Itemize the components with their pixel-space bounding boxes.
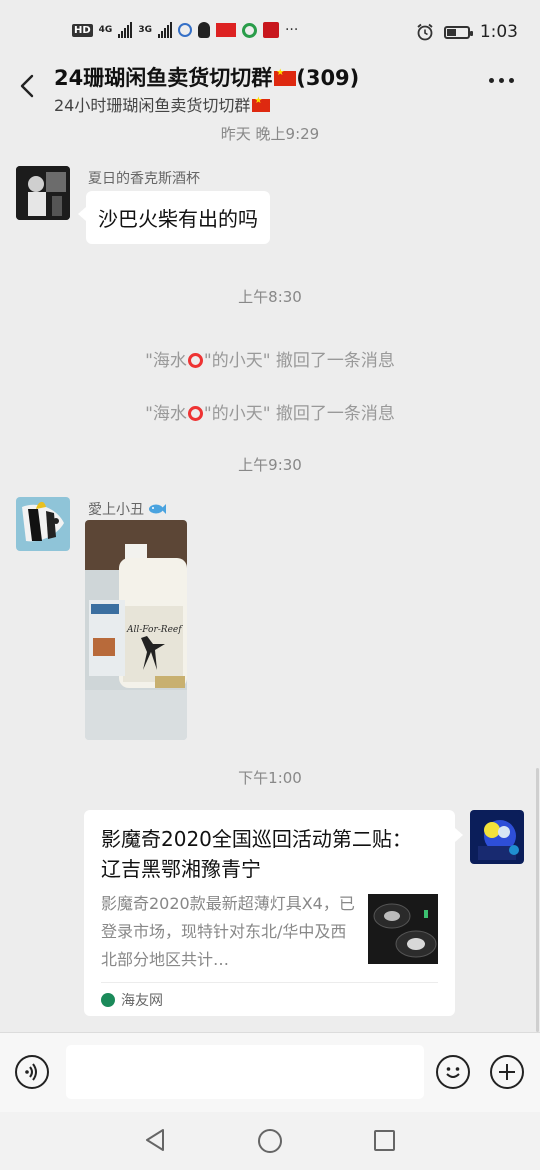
app-notification-icon — [215, 23, 236, 37]
china-flag-icon — [274, 68, 297, 86]
network-3g-label: 3G — [138, 25, 152, 35]
nav-back-button[interactable] — [144, 1128, 166, 1152]
sender-name-text: 愛上小丑 — [88, 502, 144, 518]
alarm-icon — [417, 23, 433, 41]
recall-text-suffix: "的小天" 撤回了一条消息 — [203, 351, 395, 371]
hd-badge: HD — [72, 23, 93, 37]
signal-icon-2 — [157, 22, 172, 38]
system-nav-bar — [0, 1112, 540, 1170]
voice-input-button[interactable] — [15, 1055, 49, 1089]
recall-notice: "海水 "的小天" 撤回了一条消息 — [0, 399, 540, 424]
back-button[interactable] — [14, 72, 42, 100]
message-bubble[interactable]: 沙巴火柴有出的吗 — [78, 191, 270, 244]
source-app-icon — [101, 993, 115, 1007]
message-input[interactable] — [66, 1045, 424, 1099]
weibo-like-icon — [241, 22, 257, 38]
card-divider — [101, 982, 438, 983]
clock: 1:03 — [479, 22, 518, 42]
chat-title: 24珊瑚闲鱼卖货切切群 (309) — [54, 62, 359, 92]
sender-name: 愛上小丑 — [88, 499, 167, 519]
more-notifications-icon: ··· — [284, 22, 299, 38]
member-count: (309) — [296, 66, 360, 90]
link-share-card[interactable]: 影魔奇2020全国巡回活动第二贴： 辽吉黑鄂湘豫青宁 影魔奇2020款最新超薄灯… — [84, 810, 463, 1016]
more-functions-button[interactable] — [490, 1055, 524, 1089]
status-icons-right: 1:03 — [416, 22, 518, 42]
nav-recent-apps-button[interactable] — [374, 1130, 395, 1151]
red-circle-emoji-icon — [187, 406, 203, 421]
recall-notice: "海水 "的小天" 撤回了一条消息 — [0, 346, 540, 371]
sender-name: 夏日的香克斯酒杯 — [88, 171, 200, 187]
input-bar — [0, 1032, 540, 1113]
network-4g-label: 4G — [98, 25, 113, 35]
card-thumbnail — [368, 894, 438, 964]
chat-header: 24珊瑚闲鱼卖货切切群 (309) 24小时珊瑚闲鱼卖货切切群 — [0, 60, 540, 118]
card-source-name: 海友网 — [121, 993, 163, 1009]
emoji-button[interactable] — [436, 1055, 470, 1089]
avatar-self[interactable] — [470, 810, 524, 864]
signal-icon — [118, 22, 133, 38]
recall-text-prefix: "海水 — [145, 351, 187, 371]
time-separator: 昨天 晚上9:29 — [220, 125, 320, 143]
party-app-icon — [262, 22, 279, 38]
card-title: 影魔奇2020全国巡回活动第二贴： 辽吉黑鄂湘豫青宁 — [101, 827, 412, 881]
status-icons-left: HD 4G 3G ··· — [72, 22, 298, 38]
avatar[interactable] — [16, 166, 70, 220]
card-source: 海友网 — [101, 990, 163, 1010]
status-bar: HD 4G 3G ··· 1:03 — [0, 0, 540, 60]
group-name: 24珊瑚闲鱼卖货切切群 — [54, 66, 273, 90]
baidu-paw-icon — [177, 23, 192, 37]
nav-home-button[interactable] — [258, 1129, 282, 1153]
recall-text-prefix: "海水 — [145, 404, 187, 424]
smiley-icon — [446, 1067, 460, 1078]
more-options-button[interactable] — [489, 78, 514, 83]
image-message[interactable]: All-For-Reef — [85, 520, 187, 740]
group-subtitle: 24小时珊瑚闲鱼卖货切切群 — [54, 96, 251, 115]
bottle-label-text: All-For-Reef — [126, 625, 183, 635]
chat-subtitle: 24小时珊瑚闲鱼卖货切切群 — [54, 92, 271, 116]
voice-icon — [25, 1063, 37, 1081]
time-separator: 上午9:30 — [238, 456, 302, 474]
scrollbar[interactable] — [536, 768, 539, 1032]
china-flag-icon — [252, 96, 271, 112]
red-circle-emoji-icon — [187, 353, 203, 368]
time-separator: 下午1:00 — [238, 769, 302, 787]
card-description: 影魔奇2020款最新超薄灯具X4，已登录市场，现特针对东北/华中及西北部分地区共… — [101, 894, 355, 969]
plus-icon — [499, 1064, 515, 1080]
recall-text-suffix: "的小天" 撤回了一条消息 — [203, 404, 395, 424]
fish-emoji-icon — [149, 504, 167, 514]
qq-penguin-icon — [197, 22, 210, 38]
time-separator: 上午8:30 — [238, 288, 302, 306]
battery-icon — [443, 25, 473, 39]
avatar[interactable] — [16, 497, 70, 551]
